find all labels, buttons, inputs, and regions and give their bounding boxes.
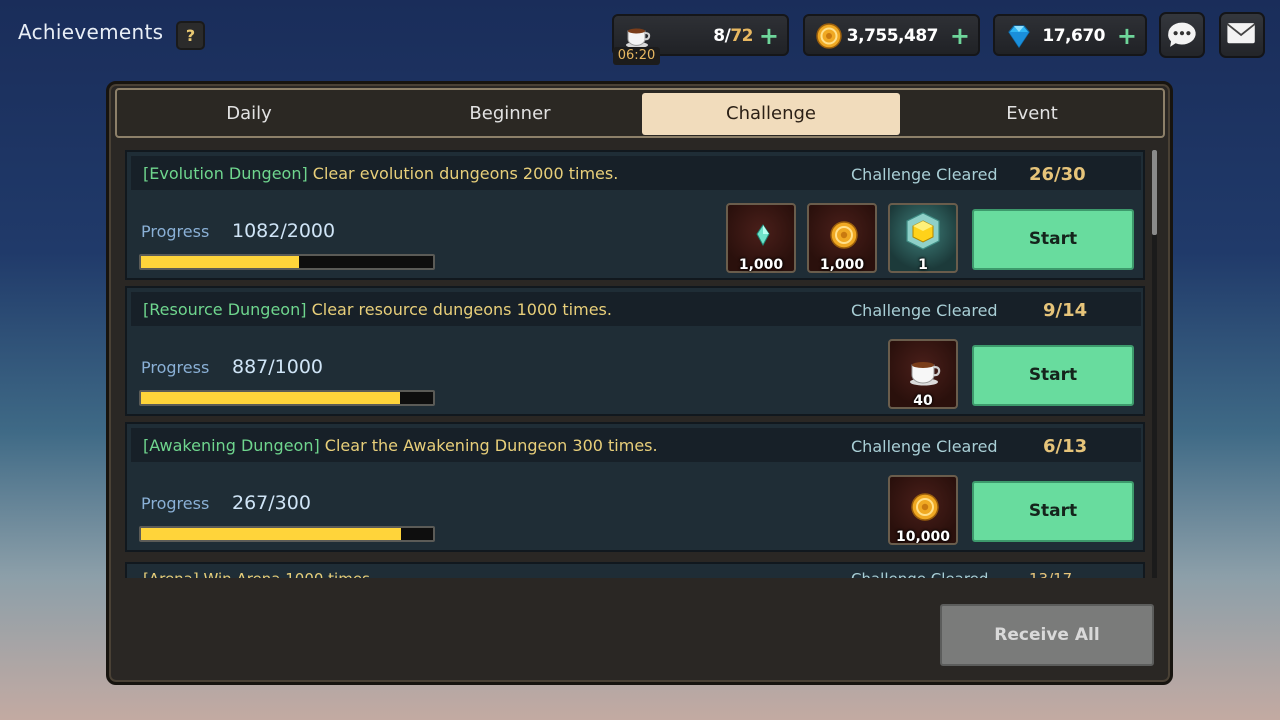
challenge-cleared-count: 6/13	[1043, 436, 1088, 457]
progress-value: 1082/2000	[232, 220, 336, 242]
progress-label: Progress	[141, 494, 210, 513]
progress-value: 887/1000	[232, 356, 324, 378]
start-button[interactable]: Start	[972, 481, 1134, 542]
achievement-list[interactable]: [Evolution Dungeon] Clear evolution dung…	[123, 150, 1157, 578]
gold-counter: 3,755,487 +	[803, 14, 980, 56]
progress-bar	[139, 390, 435, 406]
list-scrollbar[interactable]	[1152, 150, 1157, 578]
receive-all-button[interactable]: Receive All	[940, 604, 1154, 666]
progress-label: Progress	[141, 358, 210, 377]
gem-shard-icon	[756, 224, 770, 247]
diamond-icon	[1008, 25, 1030, 49]
tab-beginner[interactable]: Beginner	[381, 93, 639, 135]
gold-coin-icon	[816, 23, 842, 49]
help-button[interactable]: ?	[176, 21, 205, 50]
challenge-cleared-label: Challenge Cleared	[851, 437, 998, 456]
challenge-cleared-label: Challenge Cleared	[851, 301, 998, 320]
list-item: [Awakening Dungeon] Clear the Awakening …	[125, 422, 1145, 552]
add-stamina-button[interactable]: +	[759, 22, 779, 50]
add-gold-button[interactable]: +	[950, 22, 970, 50]
item-description: Clear evolution dungeons 2000 times.	[307, 164, 619, 183]
reward-amount: 1,000	[738, 257, 784, 273]
tab-challenge[interactable]: Challenge	[642, 93, 900, 135]
add-gems-button[interactable]: +	[1117, 22, 1137, 50]
gold-value: 3,755,487	[846, 26, 939, 46]
reward-amount: 1,000	[819, 257, 865, 273]
stamina-current: 8	[713, 26, 725, 46]
mail-envelope-icon	[1226, 23, 1256, 44]
item-header: [Evolution Dungeon] Clear evolution dung…	[131, 156, 1141, 190]
list-item: [Evolution Dungeon] Clear evolution dung…	[125, 150, 1145, 280]
coffee-cup-icon	[626, 28, 651, 48]
page-title: Achievements	[18, 20, 164, 44]
progress-fill	[141, 528, 401, 540]
start-button[interactable]: Start	[972, 345, 1134, 406]
tab-daily[interactable]: Daily	[120, 93, 378, 135]
reward-slot[interactable]: 1	[888, 203, 958, 273]
progress-fill	[141, 392, 400, 404]
item-header: [Resource Dungeon] Clear resource dungeo…	[131, 292, 1141, 326]
progress-bar	[139, 526, 435, 542]
item-category: [Resource Dungeon]	[143, 300, 307, 319]
list-item-partial: [Arena] Win Arena 1000 times. Challenge …	[125, 562, 1145, 578]
chat-button[interactable]	[1159, 12, 1205, 58]
gold-coin-icon	[911, 493, 939, 521]
gem-counter: 17,670 +	[993, 14, 1147, 56]
reward-slot[interactable]: 10,000	[888, 475, 958, 545]
gem-value: 17,670	[1042, 26, 1105, 46]
reward-amount: 40	[913, 393, 933, 409]
item-category: [Evolution Dungeon]	[143, 164, 308, 183]
reward-amount: 10,000	[895, 529, 951, 545]
gold-coin-icon	[830, 221, 858, 249]
challenge-cleared-label: Challenge Cleared	[851, 570, 988, 578]
challenge-cleared-label: Challenge Cleared	[851, 165, 998, 184]
item-description: [Arena] Win Arena 1000 times.	[143, 570, 375, 578]
mail-button[interactable]	[1219, 12, 1265, 58]
stamina-timer: 06:20	[613, 47, 660, 65]
tab-bar: Daily Beginner Challenge Event	[115, 88, 1165, 138]
reward-slot[interactable]: 1,000	[726, 203, 796, 273]
item-description: Clear the Awakening Dungeon 300 times.	[319, 436, 658, 455]
scrollbar-thumb[interactable]	[1152, 150, 1157, 235]
tab-event[interactable]: Event	[903, 93, 1161, 135]
gold-cube-icon	[906, 212, 940, 250]
challenge-cleared-count: 13/17	[1029, 570, 1072, 578]
coffee-cup-icon	[910, 362, 941, 386]
challenge-cleared-count: 9/14	[1043, 300, 1088, 321]
chat-bubble-icon	[1168, 22, 1196, 47]
progress-fill	[141, 256, 299, 268]
progress-bar	[139, 254, 435, 270]
challenge-cleared-count: 26/30	[1029, 164, 1086, 185]
item-description: Clear resource dungeons 1000 times.	[306, 300, 612, 319]
item-category: [Awakening Dungeon]	[143, 436, 320, 455]
list-item: [Resource Dungeon] Clear resource dungeo…	[125, 286, 1145, 416]
start-button[interactable]: Start	[972, 209, 1134, 270]
reward-slot[interactable]: 1,000	[807, 203, 877, 273]
item-header: [Awakening Dungeon] Clear the Awakening …	[131, 428, 1141, 462]
stamina-max: 72	[730, 26, 753, 46]
progress-value: 267/300	[232, 492, 311, 514]
reward-slot[interactable]: 40	[888, 339, 958, 409]
progress-label: Progress	[141, 222, 210, 241]
reward-amount: 1	[918, 257, 928, 273]
